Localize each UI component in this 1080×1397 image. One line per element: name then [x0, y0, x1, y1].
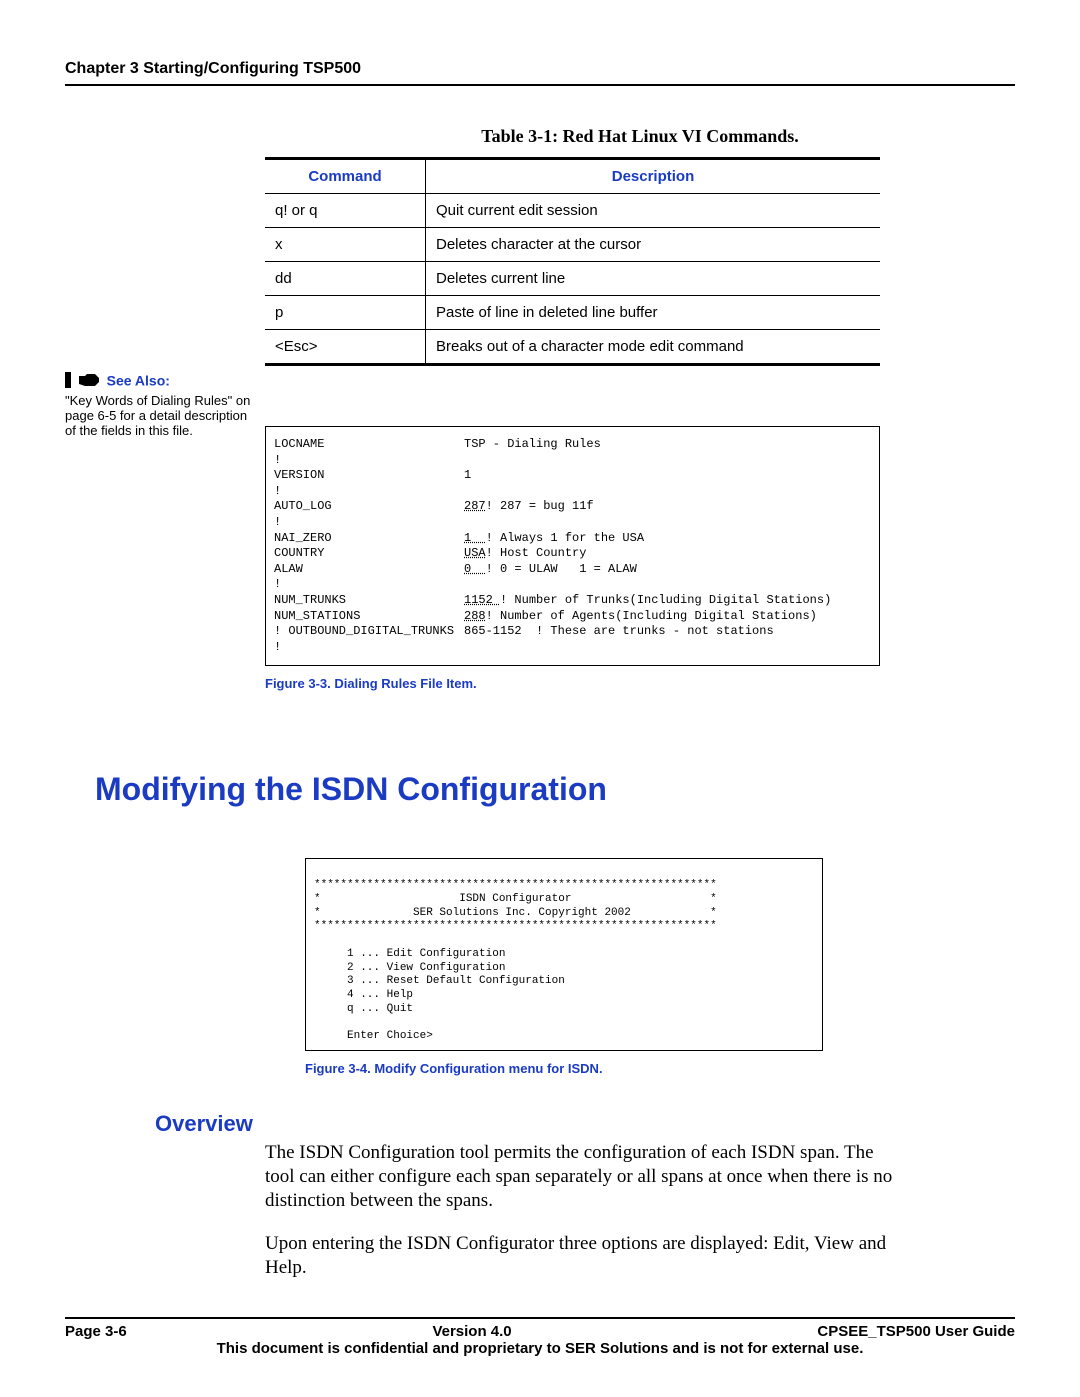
code-val-underlined: 288 — [464, 609, 486, 625]
code-val-underlined: 0 — [464, 562, 486, 578]
code-key: VERSION — [274, 468, 464, 484]
code-key: ALAW — [274, 562, 464, 578]
code-key: ! OUTBOUND_DIGITAL_TRUNKS — [274, 624, 464, 640]
code-key: ! — [274, 515, 464, 531]
code-key: NUM_TRUNKS — [274, 593, 464, 609]
code-val-rest: ! Number of Trunks(Including Digital Sta… — [500, 593, 831, 609]
cell-command: p — [265, 296, 426, 330]
table-row: x Deletes character at the cursor — [265, 228, 880, 262]
cell-command: x — [265, 228, 426, 262]
code-key: ! — [274, 484, 464, 500]
code-key: AUTO_LOG — [274, 499, 464, 515]
code-val-underlined: 1152 — [464, 593, 500, 609]
chapter-header: Chapter 3 Starting/Configuring TSP500 — [65, 60, 1015, 78]
table-caption: Table 3-1: Red Hat Linux VI Commands. — [265, 126, 1015, 147]
code-val-underlined: 287 — [464, 499, 486, 515]
code-val-rest: ! 287 = bug 11f — [486, 499, 594, 515]
isdn-stars: ****************************************… — [314, 879, 717, 891]
cell-description: Paste of line in deleted line buffer — [426, 296, 881, 330]
cell-command: dd — [265, 262, 426, 296]
code-key: COUNTRY — [274, 546, 464, 562]
isdn-title-line: * ISDN Configurator * — [314, 893, 717, 905]
code-val-rest: ! Number of Agents(Including Digital Sta… — [486, 609, 817, 625]
isdn-prompt: Enter Choice> — [314, 1030, 433, 1042]
isdn-menu-item: 3 ... Reset Default Configuration — [314, 975, 565, 987]
code-val-rest: ! Host Country — [486, 546, 587, 562]
footer-version: Version 4.0 — [432, 1323, 511, 1340]
page-footer: Page 3-6 Version 4.0 CPSEE_TSP500 User G… — [65, 1317, 1015, 1357]
isdn-menu-item: q ... Quit — [314, 1003, 413, 1015]
cell-description: Deletes character at the cursor — [426, 228, 881, 262]
code-val-rest: ! 0 = ULAW 1 = ALAW — [486, 562, 637, 578]
table-header-command: Command — [265, 159, 426, 194]
footer-confidential: This document is confidential and propri… — [65, 1340, 1015, 1357]
table-row: dd Deletes current line — [265, 262, 880, 296]
code-key: ! — [274, 453, 464, 469]
cell-command: <Esc> — [265, 330, 426, 365]
isdn-copyright-line: * SER Solutions Inc. Copyright 2002 * — [314, 907, 717, 919]
footer-page-number: Page 3-6 — [65, 1323, 127, 1340]
header-rule — [65, 84, 1015, 86]
footer-guide-title: CPSEE_TSP500 User Guide — [817, 1323, 1015, 1340]
code-key: NAI_ZERO — [274, 531, 464, 547]
code-val-underlined: USA — [464, 546, 486, 562]
isdn-menu-box: ****************************************… — [305, 858, 823, 1051]
vi-commands-table: Command Description q! or q Quit current… — [265, 157, 880, 366]
code-val: 865-1152 ! These are trunks - not statio… — [464, 624, 774, 640]
code-val: 1 — [464, 468, 471, 484]
code-val-rest: ! Always 1 for the USA — [486, 531, 644, 547]
pointing-hand-icon — [65, 370, 103, 394]
code-key: NUM_STATIONS — [274, 609, 464, 625]
figure-caption-3-4: Figure 3-4. Modify Configuration menu fo… — [305, 1061, 1015, 1076]
isdn-menu-item: 1 ... Edit Configuration — [314, 948, 505, 960]
table-row: p Paste of line in deleted line buffer — [265, 296, 880, 330]
overview-heading: Overview — [155, 1111, 1015, 1137]
figure-caption-3-3: Figure 3-3. Dialing Rules File Item. — [265, 676, 1015, 691]
overview-paragraph: Upon entering the ISDN Configurator thre… — [265, 1232, 905, 1280]
table-row: <Esc> Breaks out of a character mode edi… — [265, 330, 880, 365]
cell-command: q! or q — [265, 194, 426, 228]
dialing-rules-box: LOCNAMETSP - Dialing Rules ! VERSION1 ! … — [265, 426, 880, 666]
overview-paragraph: The ISDN Configuration tool permits the … — [265, 1141, 905, 1212]
table-row: q! or q Quit current edit session — [265, 194, 880, 228]
code-val-underlined: 1 — [464, 531, 486, 547]
see-also-label: See Also: — [107, 372, 170, 388]
cell-description: Breaks out of a character mode edit comm… — [426, 330, 881, 365]
footer-rule — [65, 1317, 1015, 1319]
cell-description: Quit current edit session — [426, 194, 881, 228]
table-header-description: Description — [426, 159, 881, 194]
isdn-menu-item: 2 ... View Configuration — [314, 962, 505, 974]
code-key: LOCNAME — [274, 437, 464, 453]
code-key: ! — [274, 640, 464, 656]
section-heading-isdn: Modifying the ISDN Configuration — [95, 771, 1015, 808]
code-key: ! — [274, 577, 464, 593]
isdn-menu-item: 4 ... Help — [314, 989, 413, 1001]
see-also-text: "Key Words of Dialing Rules" on page 6-5… — [65, 394, 260, 439]
see-also-block: See Also: "Key Words of Dialing Rules" o… — [65, 370, 260, 439]
cell-description: Deletes current line — [426, 262, 881, 296]
isdn-stars: ****************************************… — [314, 920, 717, 932]
code-val: TSP - Dialing Rules — [464, 437, 601, 453]
